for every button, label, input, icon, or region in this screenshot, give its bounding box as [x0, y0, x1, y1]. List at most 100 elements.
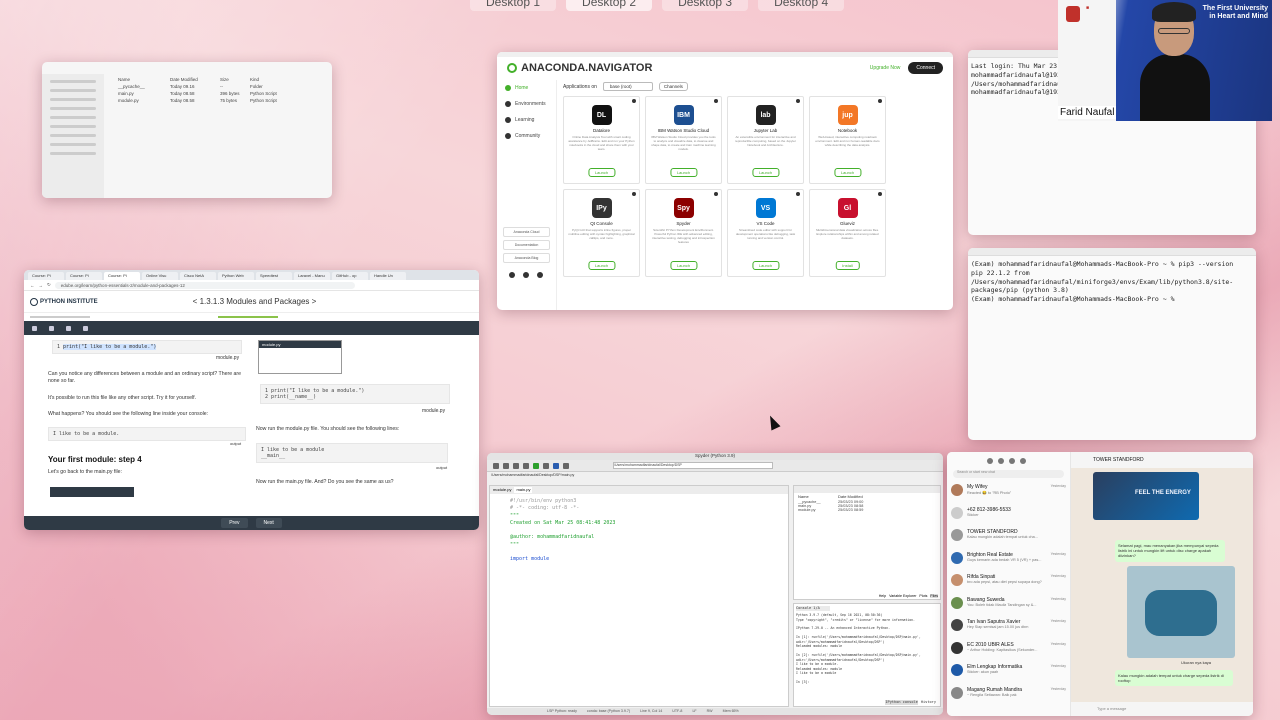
file-row[interactable]: module.py 25/03/23 08:59: [794, 508, 940, 512]
spyder-window[interactable]: Spyder (Python 3.9) /Users/mohammadfarid…: [487, 453, 943, 715]
sticker-image[interactable]: FEEL THE ENERGY: [1093, 472, 1199, 520]
app-launch-button[interactable]: Install: [835, 261, 860, 270]
settings-icon[interactable]: [66, 325, 71, 331]
status-icon[interactable]: [998, 458, 1004, 464]
avatar[interactable]: [987, 458, 993, 464]
nav-community[interactable]: Community: [497, 128, 556, 144]
gear-icon[interactable]: [714, 99, 718, 103]
app-launch-button[interactable]: Launch: [587, 168, 616, 177]
browser-tab[interactable]: Course: Pi: [104, 272, 140, 280]
youtube-icon[interactable]: [523, 272, 529, 278]
space-4[interactable]: Desktop 4: [758, 0, 845, 11]
anaconda-navigator-window[interactable]: ANACONDA.NAVIGATOR Upgrade Now Connect H…: [497, 52, 953, 310]
next-button[interactable]: Next: [255, 518, 282, 528]
menu-icon[interactable]: [32, 325, 37, 331]
chat-list-item[interactable]: Brighton Real Estate Guys kemarin ada be…: [947, 549, 1070, 572]
menu-icon[interactable]: [1020, 458, 1026, 464]
gear-icon[interactable]: [878, 99, 882, 103]
chat-list-item[interactable]: TOWER STANDFORD Kalau mungkin adalah tem…: [947, 526, 1070, 549]
github-icon[interactable]: [537, 272, 543, 278]
chat-list-item[interactable]: +62 812-3986-5533 Sticker: [947, 504, 1070, 527]
gear-icon[interactable]: [714, 192, 718, 196]
app-launch-button[interactable]: Launch: [587, 261, 616, 270]
side-card[interactable]: Documentation: [503, 240, 550, 250]
chat-list-item[interactable]: My Wifey Reacted 😂 to "RB Photo" Yesterd…: [947, 481, 1070, 504]
gear-icon[interactable]: [796, 99, 800, 103]
space-3[interactable]: Desktop 3: [662, 0, 749, 11]
browser-tab[interactable]: GitHub - op: [332, 272, 368, 280]
gear-icon[interactable]: [632, 99, 636, 103]
col-name[interactable]: Name: [108, 77, 170, 82]
environment-select[interactable]: base (root): [602, 82, 653, 91]
col-kind[interactable]: Kind: [250, 77, 259, 82]
home-icon[interactable]: [49, 325, 54, 331]
console-tab[interactable]: Console 1/A: [796, 606, 830, 612]
run-icon[interactable]: [533, 462, 539, 469]
chat-list-item[interactable]: Elm Lengkap Informatika Sticker: akun ya…: [947, 661, 1070, 684]
pane-tab-help[interactable]: Help: [879, 594, 886, 598]
gear-icon[interactable]: [878, 192, 882, 196]
open-icon[interactable]: [503, 462, 509, 469]
gear-icon[interactable]: [632, 192, 636, 196]
browser-window[interactable]: Course: Pi Course: Pi Course: Pi Online Vis…: [24, 270, 479, 530]
editor-tab-active[interactable]: main.py: [514, 487, 533, 493]
code-editor[interactable]: module.py main.py #!/usr/bin/env python3…: [489, 485, 789, 707]
working-directory[interactable]: /Users/mohammadfaridnaufal/Desktop/DSP: [613, 462, 773, 469]
message-input[interactable]: Type a message: [1071, 702, 1253, 716]
chat-list-item[interactable]: Bawang Suweda You: Boleh tidak Mauliz Ta…: [947, 594, 1070, 617]
pane-tab-files[interactable]: Files: [930, 594, 938, 598]
finder-row[interactable]: __pycache__ Today 09.16 -- Folder: [108, 83, 328, 90]
browser-tab[interactable]: Python Web: [218, 272, 254, 280]
app-launch-button[interactable]: Launch: [751, 261, 780, 270]
finder-row[interactable]: module.py Today 08.58 75 bytes Python Scrip…: [108, 97, 328, 104]
col-size[interactable]: Size: [220, 77, 250, 82]
terminal-window-2[interactable]: (Exam) mohammadfaridnaufal@Mohammads-Mac…: [968, 248, 1256, 440]
chat-list-item[interactable]: Tan Ivan Saputra Xavier Hey Siap semisal…: [947, 616, 1070, 639]
terminal-output[interactable]: (Exam) mohammadfaridnaufal@Mohammads-Mac…: [968, 256, 1256, 308]
gear-icon[interactable]: [796, 192, 800, 196]
col-date[interactable]: Date Modified: [170, 77, 220, 82]
nav-home[interactable]: Home: [497, 80, 556, 96]
pane-tab-plots[interactable]: Plots: [919, 594, 927, 598]
whatsapp-window[interactable]: Search or start new chat My Wifey Reacte…: [947, 452, 1253, 716]
browser-tab[interactable]: Laravel - Manu: [294, 272, 330, 280]
message-bubble-out[interactable]: Kalau mungkin adalah tempat untuk charge…: [1115, 670, 1233, 687]
channels-button[interactable]: Channels: [658, 82, 688, 91]
forward-icon[interactable]: →: [39, 283, 44, 288]
debug-icon[interactable]: [553, 462, 559, 469]
code-block[interactable]: 1 print("I like to be a module.") 2 prin…: [260, 384, 450, 404]
chat-list-item[interactable]: EC 2010 UBIR ALES ~ Arthur Holding: Kapi…: [947, 639, 1070, 662]
app-launch-button[interactable]: Launch: [751, 168, 780, 177]
stop-icon[interactable]: [563, 462, 569, 469]
chat-list-item[interactable]: Rifda Sinpati bro ada pepsi, atau diet p…: [947, 571, 1070, 594]
col-date[interactable]: Date Modified: [838, 494, 863, 499]
new-file-icon[interactable]: [493, 462, 499, 469]
side-card[interactable]: Anaconda Blog: [503, 253, 550, 263]
search-input[interactable]: Search or start new chat: [953, 470, 1064, 478]
nav-learning[interactable]: Learning: [497, 112, 556, 128]
new-chat-icon[interactable]: [1009, 458, 1015, 464]
side-card[interactable]: Anaconda Cloud: [503, 227, 550, 237]
browser-tab[interactable]: Online Visu: [142, 272, 178, 280]
code-block[interactable]: 1 print("I like to be a module."): [52, 340, 242, 354]
save-all-icon[interactable]: [523, 462, 529, 469]
upgrade-now-link[interactable]: Upgrade Now: [870, 65, 901, 71]
prev-button[interactable]: Prev: [221, 518, 248, 528]
browser-tab[interactable]: Course: Pi: [28, 272, 64, 280]
reload-icon[interactable]: ↻: [47, 282, 51, 288]
back-icon[interactable]: ←: [30, 283, 35, 288]
pane-tab-variables[interactable]: Variable Explorer: [889, 594, 916, 598]
editor-tab[interactable]: module.py: [493, 487, 511, 493]
nav-environments[interactable]: Environments: [497, 96, 556, 112]
browser-tab[interactable]: Speedtest: [256, 272, 292, 280]
ipython-console[interactable]: Console 1/A Python 3.9.7 (default, Sep 1…: [793, 603, 941, 707]
save-icon[interactable]: [513, 462, 519, 469]
app-launch-button[interactable]: Launch: [833, 168, 862, 177]
python-institute-logo[interactable]: PYTHON INSTITUTE: [30, 297, 98, 306]
browser-tab[interactable]: Handle Un: [370, 272, 406, 280]
photo-message[interactable]: [1127, 566, 1235, 658]
history-tab[interactable]: History: [921, 700, 936, 705]
app-launch-button[interactable]: Launch: [669, 168, 698, 177]
app-launch-button[interactable]: Launch: [669, 261, 698, 270]
browser-tab[interactable]: Course: Pi: [66, 272, 102, 280]
